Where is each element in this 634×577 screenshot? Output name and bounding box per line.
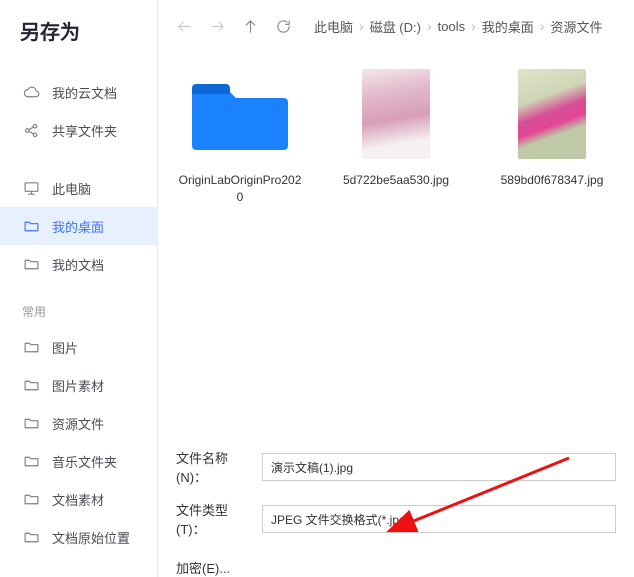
breadcrumb-segment[interactable]: tools (438, 19, 465, 34)
chevron-right-icon: › (471, 18, 476, 34)
sidebar-item-pictures[interactable]: 图片 (0, 328, 157, 366)
sidebar-item-label: 音乐文件夹 (52, 452, 117, 471)
folder-icon (22, 452, 40, 470)
sidebar-item-label: 此电脑 (52, 179, 91, 198)
sidebar-item-resources[interactable]: 资源文件 (0, 404, 157, 442)
breadcrumb-segment[interactable]: 磁盘 (D:) (370, 17, 421, 36)
file-name: 589bd0f678347.jpg (501, 172, 604, 189)
folder-icon (22, 414, 40, 432)
encrypt-button[interactable]: 加密(E)... (176, 552, 616, 577)
folder-icon (22, 490, 40, 508)
file-grid: OriginLabOriginPro2020 5d722be5aa530.jpg… (158, 52, 634, 440)
nav-forward-button[interactable] (209, 18, 226, 35)
file-item-image[interactable]: 589bd0f678347.jpg (488, 66, 616, 189)
filename-label: 文件名称(N)： (176, 448, 248, 486)
sidebar-item-document-assets[interactable]: 文档素材 (0, 480, 157, 518)
sidebar-item-my-documents[interactable]: 我的文档 (0, 245, 157, 283)
image-thumbnail (502, 66, 602, 162)
save-form: 文件名称(N)： 文件类型(T)： 加密(E)... (158, 440, 634, 577)
sidebar-item-label: 图片素材 (52, 376, 104, 395)
folder-icon (22, 376, 40, 394)
sidebar-item-this-pc[interactable]: 此电脑 (0, 169, 157, 207)
sidebar-item-label: 共享文件夹 (52, 121, 117, 140)
sidebar-item-label: 我的桌面 (52, 217, 104, 236)
nav-refresh-button[interactable] (275, 18, 292, 35)
folder-icon (22, 217, 40, 235)
filetype-label: 文件类型(T)： (176, 500, 248, 538)
breadcrumb-segment[interactable]: 我的桌面 (482, 17, 534, 36)
sidebar-category-common: 常用 (0, 303, 157, 328)
folder-icon (190, 66, 290, 162)
sidebar-item-label: 文档素材 (52, 490, 104, 509)
share-icon (22, 121, 40, 139)
sidebar-item-shared-folder[interactable]: 共享文件夹 (0, 111, 157, 149)
image-thumbnail (346, 66, 446, 162)
sidebar-item-picture-assets[interactable]: 图片素材 (0, 366, 157, 404)
file-name: 5d722be5aa530.jpg (343, 172, 449, 189)
sidebar-item-label: 文档原始位置 (52, 528, 130, 547)
sidebar-item-label: 图片 (52, 338, 78, 357)
sidebar-item-label: 我的云文档 (52, 83, 117, 102)
file-item-folder[interactable]: OriginLabOriginPro2020 (176, 66, 304, 206)
breadcrumb-segment[interactable]: 资源文件 (550, 17, 602, 36)
nav-up-button[interactable] (242, 18, 259, 35)
file-item-image[interactable]: 5d722be5aa530.jpg (332, 66, 460, 189)
file-name: OriginLabOriginPro2020 (176, 172, 304, 206)
nav-back-button[interactable] (176, 18, 193, 35)
toolbar: 此电脑 › 磁盘 (D:) › tools › 我的桌面 › 资源文件 (158, 0, 634, 52)
sidebar: 另存为 我的云文档 共享文件夹 此电脑 我的桌面 我的文档 常用 图片 图片素材… (0, 0, 158, 577)
sidebar-item-label: 资源文件 (52, 414, 104, 433)
sidebar-item-label: 我的文档 (52, 255, 104, 274)
breadcrumb: 此电脑 › 磁盘 (D:) › tools › 我的桌面 › 资源文件 (314, 17, 602, 36)
chevron-right-icon: › (540, 18, 545, 34)
sidebar-item-music-folder[interactable]: 音乐文件夹 (0, 442, 157, 480)
monitor-icon (22, 179, 40, 197)
chevron-right-icon: › (427, 18, 432, 34)
filetype-select[interactable] (262, 505, 616, 533)
chevron-right-icon: › (359, 18, 364, 34)
cloud-icon (22, 83, 40, 101)
main-area: 此电脑 › 磁盘 (D:) › tools › 我的桌面 › 资源文件 OriginLa… (158, 0, 634, 577)
folder-icon (22, 338, 40, 356)
sidebar-item-my-desktop[interactable]: 我的桌面 (0, 207, 157, 245)
dialog-title: 另存为 (0, 0, 157, 73)
sidebar-item-cloud-docs[interactable]: 我的云文档 (0, 73, 157, 111)
folder-icon (22, 528, 40, 546)
folder-icon (22, 255, 40, 273)
sidebar-item-original-location[interactable]: 文档原始位置 (0, 518, 157, 556)
filename-input[interactable] (262, 453, 616, 481)
breadcrumb-segment[interactable]: 此电脑 (314, 17, 353, 36)
